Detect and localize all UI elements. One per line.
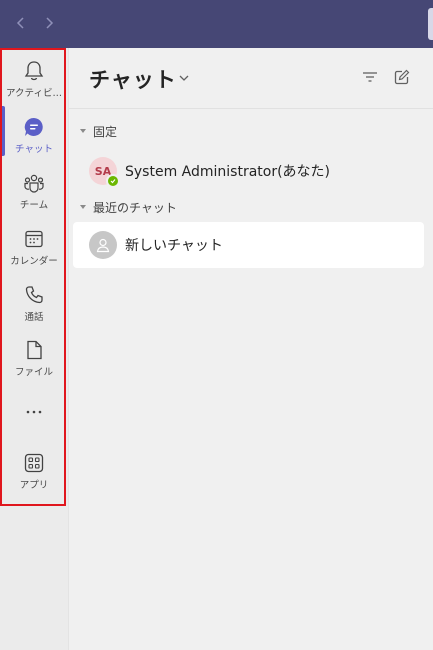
chevron-right-icon — [46, 17, 54, 29]
presence-available-icon — [106, 174, 120, 188]
rail-item-label: アプリ — [19, 480, 49, 491]
rail-item-calendar[interactable]: カレンダー — [0, 220, 68, 274]
phone-icon — [23, 284, 45, 306]
more-icon — [26, 410, 42, 414]
chat-item-selected[interactable]: 新しいチャット — [73, 222, 424, 268]
teams-icon — [23, 172, 45, 194]
section-recent[interactable]: 最近のチャット — [79, 198, 177, 216]
rail-item-label: チャット — [15, 144, 53, 155]
more-apps-button[interactable] — [0, 398, 68, 426]
chat-name: 新しいチャット — [125, 238, 223, 254]
file-icon — [23, 339, 45, 361]
chevron-left-icon — [16, 17, 24, 29]
caret-down-icon — [80, 205, 86, 209]
chat-name: System Administrator(あなた) — [125, 164, 331, 180]
compose-icon — [394, 69, 410, 85]
rail-item-apps[interactable]: アプリ — [0, 444, 68, 498]
rail-item-chat[interactable]: チャット — [0, 108, 68, 162]
filter-icon — [363, 72, 377, 82]
rail-item-files[interactable]: ファイル — [0, 331, 68, 385]
forward-button[interactable] — [38, 12, 60, 34]
avatar: SA — [89, 157, 120, 188]
title-bar — [0, 0, 433, 48]
page-title[interactable]: チャット — [89, 64, 177, 94]
person-icon — [96, 238, 110, 253]
rail-item-teams[interactable]: チーム — [0, 164, 68, 218]
chat-list-pane: チャット 固定 SA System Administrator(あなた) 最近の… — [68, 48, 433, 650]
rail-item-calls[interactable]: 通話 — [0, 276, 68, 330]
calendar-icon — [23, 228, 45, 250]
search-box-edge[interactable] — [428, 8, 433, 40]
chat-list-header: チャット — [69, 48, 433, 109]
avatar — [89, 231, 117, 259]
rail-item-label: ファイル — [14, 367, 53, 378]
rail-item-label: アクティビ… — [6, 88, 62, 99]
back-button[interactable] — [10, 12, 32, 34]
caret-down-icon — [80, 129, 86, 133]
section-pinned[interactable]: 固定 — [79, 122, 117, 140]
rail-item-label: チーム — [19, 200, 49, 211]
apps-icon — [23, 452, 45, 474]
chat-item[interactable]: SA System Administrator(あなた) — [73, 148, 424, 194]
chevron-down-icon[interactable] — [178, 72, 190, 84]
section-label: 最近のチャット — [93, 200, 177, 215]
filter-button[interactable] — [361, 68, 379, 86]
new-chat-button[interactable] — [393, 68, 411, 86]
section-label: 固定 — [93, 124, 118, 139]
chat-icon — [23, 116, 45, 138]
bell-icon — [23, 60, 45, 82]
rail-item-activity[interactable]: アクティビ… — [0, 52, 68, 106]
rail-item-label: 通話 — [24, 312, 44, 323]
rail-item-label: カレンダー — [10, 256, 58, 267]
